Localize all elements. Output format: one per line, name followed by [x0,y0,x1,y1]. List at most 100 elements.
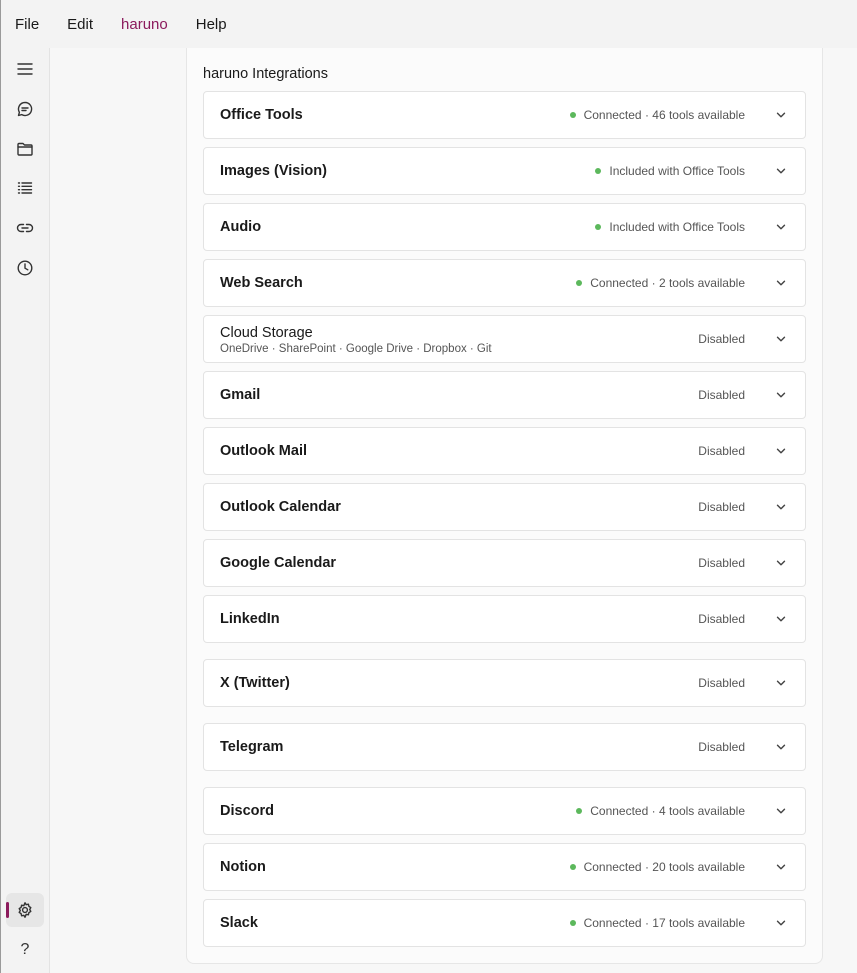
integration-card[interactable]: Images (Vision) Included with Office Tool… [203,147,806,195]
integration-card[interactable]: Outlook Mail Disabled [203,427,806,475]
chevron-down-icon[interactable] [775,861,787,873]
chevron-down-icon[interactable] [775,677,787,689]
integration-status-text: Included with Office Tools [609,164,745,178]
integration-status: Disabled [698,612,745,626]
integration-name: LinkedIn [220,611,280,627]
chevron-down-icon[interactable] [775,557,787,569]
chevron-down-icon[interactable] [775,917,787,929]
status-dot-icon [569,920,576,926]
integration-name: Outlook Calendar [220,499,341,515]
integration-name: Audio [220,219,262,235]
integration-name: Google Calendar [220,555,337,571]
integration-status: Connected · 20 tools available [569,860,745,874]
chevron-down-icon[interactable] [775,389,787,401]
integration-status-text: Included with Office Tools [609,220,745,234]
chevron-down-icon[interactable] [775,741,787,753]
integration-card[interactable]: Office Tools Connected · 46 tools availab… [203,91,806,139]
integration-card[interactable]: Discord Connected · 4 tools available [203,787,806,835]
menu-bar: File Edit haruno Help [0,0,857,48]
menu-icon[interactable] [6,52,44,86]
integration-status: Included with Office Tools [595,220,745,234]
menu-help[interactable]: Help [189,10,234,39]
integration-status-text: Disabled [698,612,745,626]
integration-name: Discord [220,803,274,819]
help-icon[interactable]: ? [6,933,44,967]
integration-card[interactable]: Gmail Disabled [203,371,806,419]
integration-status-text: Disabled [698,556,745,570]
chat-icon[interactable] [6,92,44,126]
integration-subtitle: OneDrive · SharePoint · Google Drive · D… [220,343,492,355]
integration-status-text: Disabled [698,500,745,514]
integration-status: Disabled [698,332,745,346]
integration-name: Notion [220,859,266,875]
integration-status-text: Disabled [698,388,745,402]
integration-status-text: Disabled [698,444,745,458]
chevron-down-icon[interactable] [775,445,787,457]
integration-status: Connected · 17 tools available [569,916,745,930]
integration-status-text: Connected · 2 tools available [590,276,745,290]
chevron-down-icon[interactable] [775,613,787,625]
chevron-down-icon[interactable] [775,501,787,513]
folder-icon[interactable] [6,132,44,166]
integration-name: Images (Vision) [220,163,327,179]
integration-card[interactable]: Audio Included with Office Tools [203,203,806,251]
status-dot-icon [569,112,576,118]
menu-edit[interactable]: Edit [60,10,100,39]
integration-status: Disabled [698,500,745,514]
status-dot-icon [595,168,602,174]
chevron-down-icon[interactable] [775,221,787,233]
chevron-down-icon[interactable] [775,109,787,121]
integration-status-text: Disabled [698,740,745,754]
status-dot-icon [576,280,583,286]
active-indicator [6,902,9,918]
list-icon[interactable] [6,171,44,205]
status-dot-icon [595,224,602,230]
help-glyph: ? [20,941,30,958]
integration-name: Slack [220,915,258,931]
integration-name: Office Tools [220,107,303,123]
integration-status: Connected · 2 tools available [576,276,745,290]
status-dot-icon [576,808,583,814]
history-icon[interactable] [6,251,44,285]
integration-status: Disabled [698,740,745,754]
link-icon[interactable] [6,211,44,245]
integration-status-text: Disabled [698,676,745,690]
settings-icon[interactable] [6,893,44,927]
menu-file[interactable]: File [8,10,46,39]
integration-status-text: Disabled [698,332,745,346]
integration-status-text: Connected · 20 tools available [583,860,745,874]
integration-name: Telegram [220,739,284,755]
integration-card[interactable]: Notion Connected · 20 tools available [203,843,806,891]
integration-status: Disabled [698,556,745,570]
integration-name: Web Search [220,275,303,291]
panel-title: haruno Integrations [203,66,328,82]
integration-card[interactable]: LinkedIn Disabled [203,595,806,643]
integration-card[interactable]: Cloud Storage OneDrive · SharePoint · Goo… [203,315,806,363]
integration-card[interactable]: Google Calendar Disabled [203,539,806,587]
integration-name: Gmail [220,387,261,403]
integration-card[interactable]: Slack Connected · 17 tools available [203,899,806,947]
integration-status: Connected · 46 tools available [569,108,745,122]
integration-name: Cloud Storage [220,325,313,341]
chevron-down-icon[interactable] [775,165,787,177]
chevron-down-icon[interactable] [775,277,787,289]
integration-card[interactable]: Telegram Disabled [203,723,806,771]
navigation-rail: ? [0,48,50,973]
integration-name: X (Twitter) [220,675,290,691]
integration-status-text: Connected · 46 tools available [583,108,745,122]
integration-status: Connected · 4 tools available [576,804,745,818]
chevron-down-icon[interactable] [775,805,787,817]
integration-card[interactable]: Outlook Calendar Disabled [203,483,806,531]
integration-status-text: Connected · 4 tools available [590,804,745,818]
integration-status-text: Connected · 17 tools available [583,916,745,930]
integrations-panel: haruno Integrations Office Tools Connecte… [186,48,823,964]
menu-haruno[interactable]: haruno [114,10,175,39]
integration-card[interactable]: X (Twitter) Disabled [203,659,806,707]
integration-name: Outlook Mail [220,443,307,459]
chevron-down-icon[interactable] [775,333,787,345]
status-dot-icon [569,864,576,870]
integration-status: Disabled [698,676,745,690]
integration-card[interactable]: Web Search Connected · 2 tools available [203,259,806,307]
integration-status: Included with Office Tools [595,164,745,178]
integration-status: Disabled [698,388,745,402]
